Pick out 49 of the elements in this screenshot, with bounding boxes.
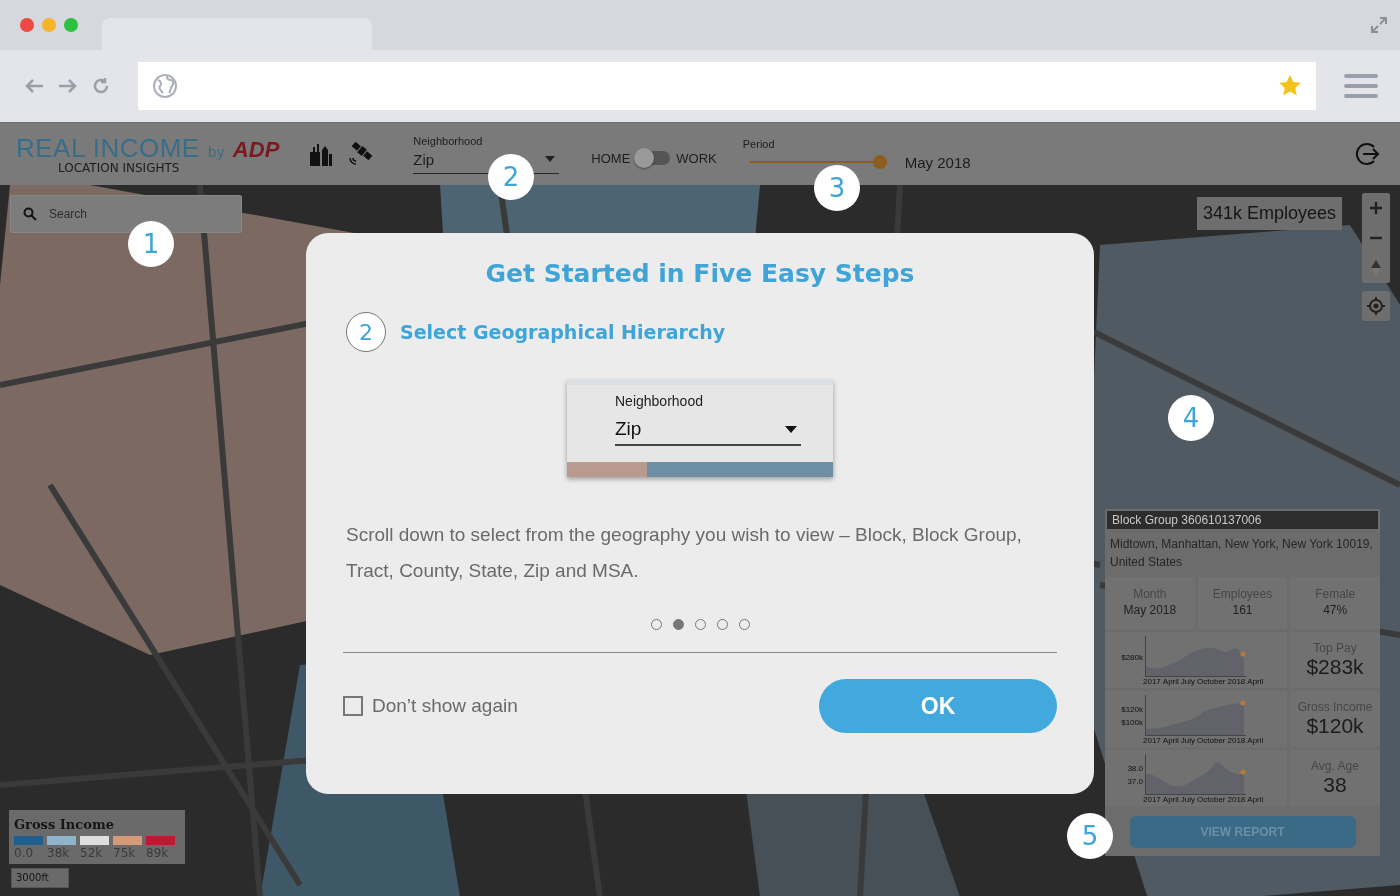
axis-label: April bbox=[1247, 677, 1264, 686]
dialog-title: Get Started in Five Easy Steps bbox=[484, 259, 916, 288]
axis-label: $280k bbox=[1121, 652, 1143, 662]
preview-label: Neighborhood bbox=[615, 393, 703, 409]
axis-label: 2018 bbox=[1227, 795, 1246, 804]
axis-label: October bbox=[1197, 795, 1226, 804]
step-number: 2 bbox=[346, 312, 386, 352]
panel-address: Midtown, Manhattan, New York, New York 10019, United States bbox=[1109, 536, 1374, 571]
stat-value: 161 bbox=[1232, 603, 1253, 617]
axis-label: 2018 bbox=[1227, 736, 1246, 745]
axis-label: 2017 bbox=[1143, 677, 1161, 686]
metric-value: 38 bbox=[1323, 773, 1347, 797]
axis-label: 2017 bbox=[1143, 795, 1161, 804]
checkbox-label: Don’t show again bbox=[372, 695, 518, 717]
axis-label: July bbox=[1180, 736, 1196, 745]
axis-label: $100k bbox=[1121, 718, 1143, 727]
by-label: by bbox=[207, 144, 225, 159]
axis-label: April bbox=[1247, 795, 1264, 804]
app-subtitle: LOCATION INSIGHTS bbox=[58, 161, 181, 174]
panel-title: Block Group 360610137006 bbox=[1107, 511, 1378, 529]
stat-value: 47% bbox=[1323, 603, 1348, 617]
dialog-description: Scroll down to select from the geography you wish to view – Block, Block Group, Tract, County, State, Zip and MSA. bbox=[346, 523, 1023, 583]
axis-label: 37.0 bbox=[1127, 777, 1143, 786]
legend-title: Gross Income bbox=[14, 817, 114, 832]
period-label: Period bbox=[742, 137, 776, 150]
axis-label: April bbox=[1162, 677, 1179, 686]
metric-value: $120k bbox=[1306, 714, 1364, 738]
home-label: HOME bbox=[591, 150, 631, 166]
axis-label: $120k bbox=[1121, 705, 1143, 714]
axis-label: July bbox=[1180, 677, 1196, 686]
scale-bar: 3000ft bbox=[11, 868, 69, 888]
work-label: WORK bbox=[676, 150, 717, 166]
metric-value: $283k bbox=[1306, 655, 1364, 679]
axis-label: 38.0 bbox=[1127, 764, 1143, 773]
geography-label: Neighborhood bbox=[413, 134, 484, 147]
brand-logo: ADP bbox=[232, 138, 280, 161]
period-value: May 2018 bbox=[904, 153, 971, 171]
axis-label: April bbox=[1247, 736, 1264, 745]
axis-label: April bbox=[1162, 795, 1179, 804]
axis-label: 2018 bbox=[1227, 677, 1246, 686]
axis-label: 2017 bbox=[1143, 736, 1161, 745]
axis-label: October bbox=[1197, 736, 1226, 745]
axis-label: July bbox=[1180, 795, 1196, 804]
stat-value: May 2018 bbox=[1123, 603, 1177, 617]
app-title: REAL INCOME bbox=[16, 134, 200, 161]
employees-badge: 341k Employees bbox=[1197, 197, 1343, 230]
axis-label: October bbox=[1197, 677, 1226, 686]
step-title: Select Geographical Hierarchy bbox=[400, 321, 726, 343]
axis-label: April bbox=[1162, 736, 1179, 745]
